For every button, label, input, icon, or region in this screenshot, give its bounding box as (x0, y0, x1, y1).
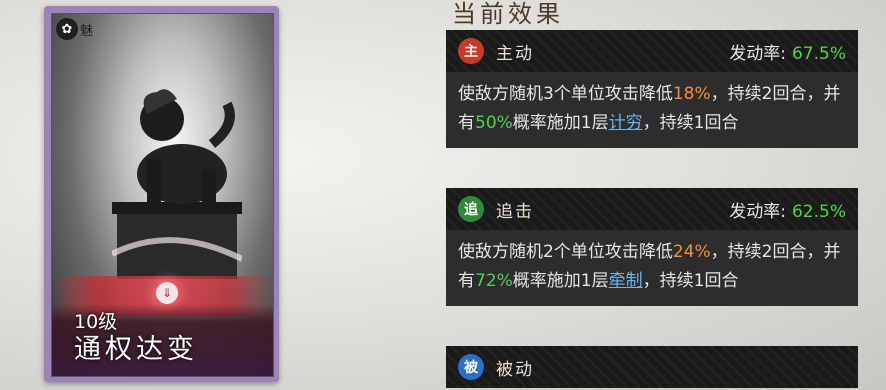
status-link[interactable]: 牵制 (609, 271, 643, 291)
trigger-rate-label: 发动率: (729, 43, 786, 64)
description-segment: 使敌方随机3个单位攻击降低 (458, 84, 673, 104)
description-segment: 50% (475, 113, 513, 133)
card-type-badge: ✿ 魅 (56, 18, 93, 40)
trigger-rate-label: 发动率: (729, 201, 786, 222)
effect-description: 使敌方随机3个单位攻击降低18%，持续2回合，并有50%概率施加1层计穷，持续1… (446, 72, 858, 148)
description-segment: 24% (672, 242, 711, 262)
card-name: 通权达变 (74, 334, 198, 365)
chase-icon: 追 (458, 196, 484, 222)
description-segment: 72% (475, 271, 513, 291)
trigger-rate-value: 62.5% (791, 201, 846, 222)
effects-title: 当前效果 (452, 0, 564, 28)
effect-passive: 被 被动 (446, 346, 858, 388)
trigger-rate: 发动率: 62.5% (729, 197, 846, 222)
card-art: ✿ 魅 ⇓ 10级 通权达变 (51, 13, 274, 377)
description-segment: 概率施加1层 (512, 271, 609, 291)
active-icon: 主 (458, 38, 484, 64)
effect-header: 主 主动 发动率: 67.5% (446, 30, 858, 72)
effect-type-label: 被动 (496, 359, 534, 380)
effect-description: 使敌方随机2个单位攻击降低24%，持续2回合，并有72%概率施加1层牵制，持续1… (446, 230, 858, 306)
description-segment: ，持续1回合 (642, 113, 739, 133)
description-segment: 使敌方随机2个单位攻击降低 (458, 242, 673, 262)
status-link[interactable]: 计穷 (609, 113, 643, 133)
effect-type-label: 主动 (496, 43, 534, 64)
effect-active: 主 主动 发动率: 67.5% 使敌方随机3个单位攻击降低18%，持续2回合，并有… (446, 30, 858, 148)
effect-chase: 追 追击 发动率: 62.5% 使敌方随机2个单位攻击降低24%，持续2回合，并有… (446, 188, 858, 306)
description-segment: 概率施加1层 (512, 113, 609, 133)
card-type-label: 魅 (80, 23, 94, 39)
skill-type-icon: ⇓ (156, 282, 178, 304)
description-segment: 18% (672, 84, 711, 104)
pixiu-statue-icon (112, 89, 242, 279)
charm-icon: ✿ (56, 18, 78, 40)
effect-type-label: 追击 (496, 201, 534, 222)
effect-header: 被 被动 (446, 346, 858, 388)
description-segment: ，持续1回合 (642, 271, 739, 291)
trigger-rate: 发动率: 67.5% (729, 39, 846, 64)
skill-card[interactable]: ✿ 魅 ⇓ 10级 通权达变 (44, 6, 279, 382)
effect-header: 追 追击 发动率: 62.5% (446, 188, 858, 230)
passive-icon: 被 (458, 354, 484, 380)
trigger-rate-value: 67.5% (791, 43, 846, 64)
